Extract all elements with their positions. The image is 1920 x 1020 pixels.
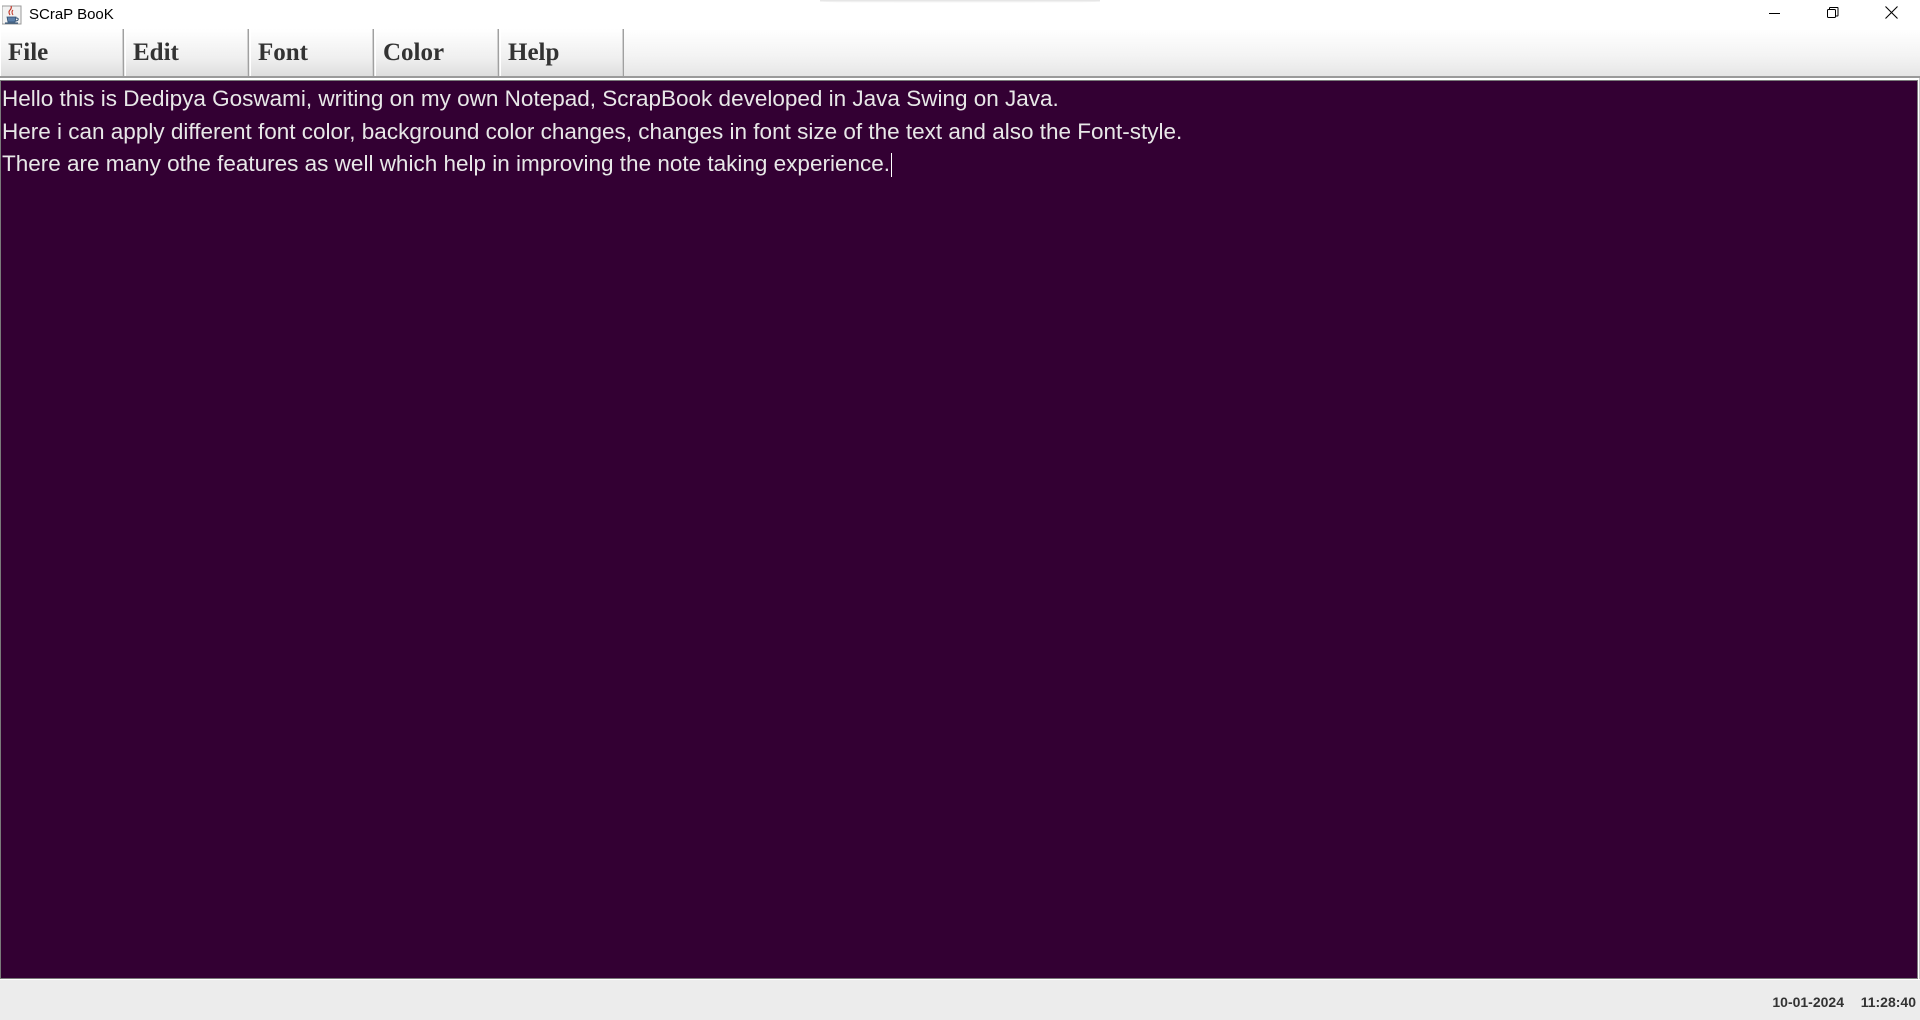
text-editor-area[interactable]: Hello this is Dedipya Goswami, writing o… <box>0 80 1918 979</box>
status-time: 11:28:40 <box>1860 994 1916 1010</box>
editor-line: Here i can apply different font color, b… <box>2 118 1183 144</box>
editor-line: Hello this is Dedipya Goswami, writing o… <box>2 86 1059 111</box>
app-window: SCraP BooK File Edit Font Color Help Hel… <box>0 0 1920 1020</box>
restore-button[interactable] <box>1804 0 1862 29</box>
text-caret <box>891 153 892 178</box>
minimize-button[interactable] <box>1746 0 1804 29</box>
menu-file[interactable]: File <box>0 29 124 76</box>
minimize-icon <box>1769 6 1781 24</box>
restore-icon <box>1827 6 1839 24</box>
editor-line-text: There are many othe features as well whi… <box>2 151 890 176</box>
title-bar[interactable]: SCraP BooK <box>0 0 1920 29</box>
status-date: 10-01-2024 <box>1772 994 1844 1010</box>
menu-font[interactable]: Font <box>250 29 374 76</box>
status-bar: 10-01-2024 11:28:40 <box>0 979 1920 1020</box>
menu-help[interactable]: Help <box>500 29 624 76</box>
window-title: SCraP BooK <box>29 6 114 23</box>
title-shadow <box>820 0 1100 3</box>
java-cup-icon[interactable] <box>1 5 22 25</box>
close-icon <box>1884 5 1898 24</box>
menu-edit[interactable]: Edit <box>125 29 249 76</box>
menu-color[interactable]: Color <box>375 29 499 76</box>
window-controls <box>1746 0 1920 29</box>
editor-line: There are many othe features as well whi… <box>2 148 1917 181</box>
close-button[interactable] <box>1862 0 1920 29</box>
menu-bar: File Edit Font Color Help <box>0 29 1920 78</box>
